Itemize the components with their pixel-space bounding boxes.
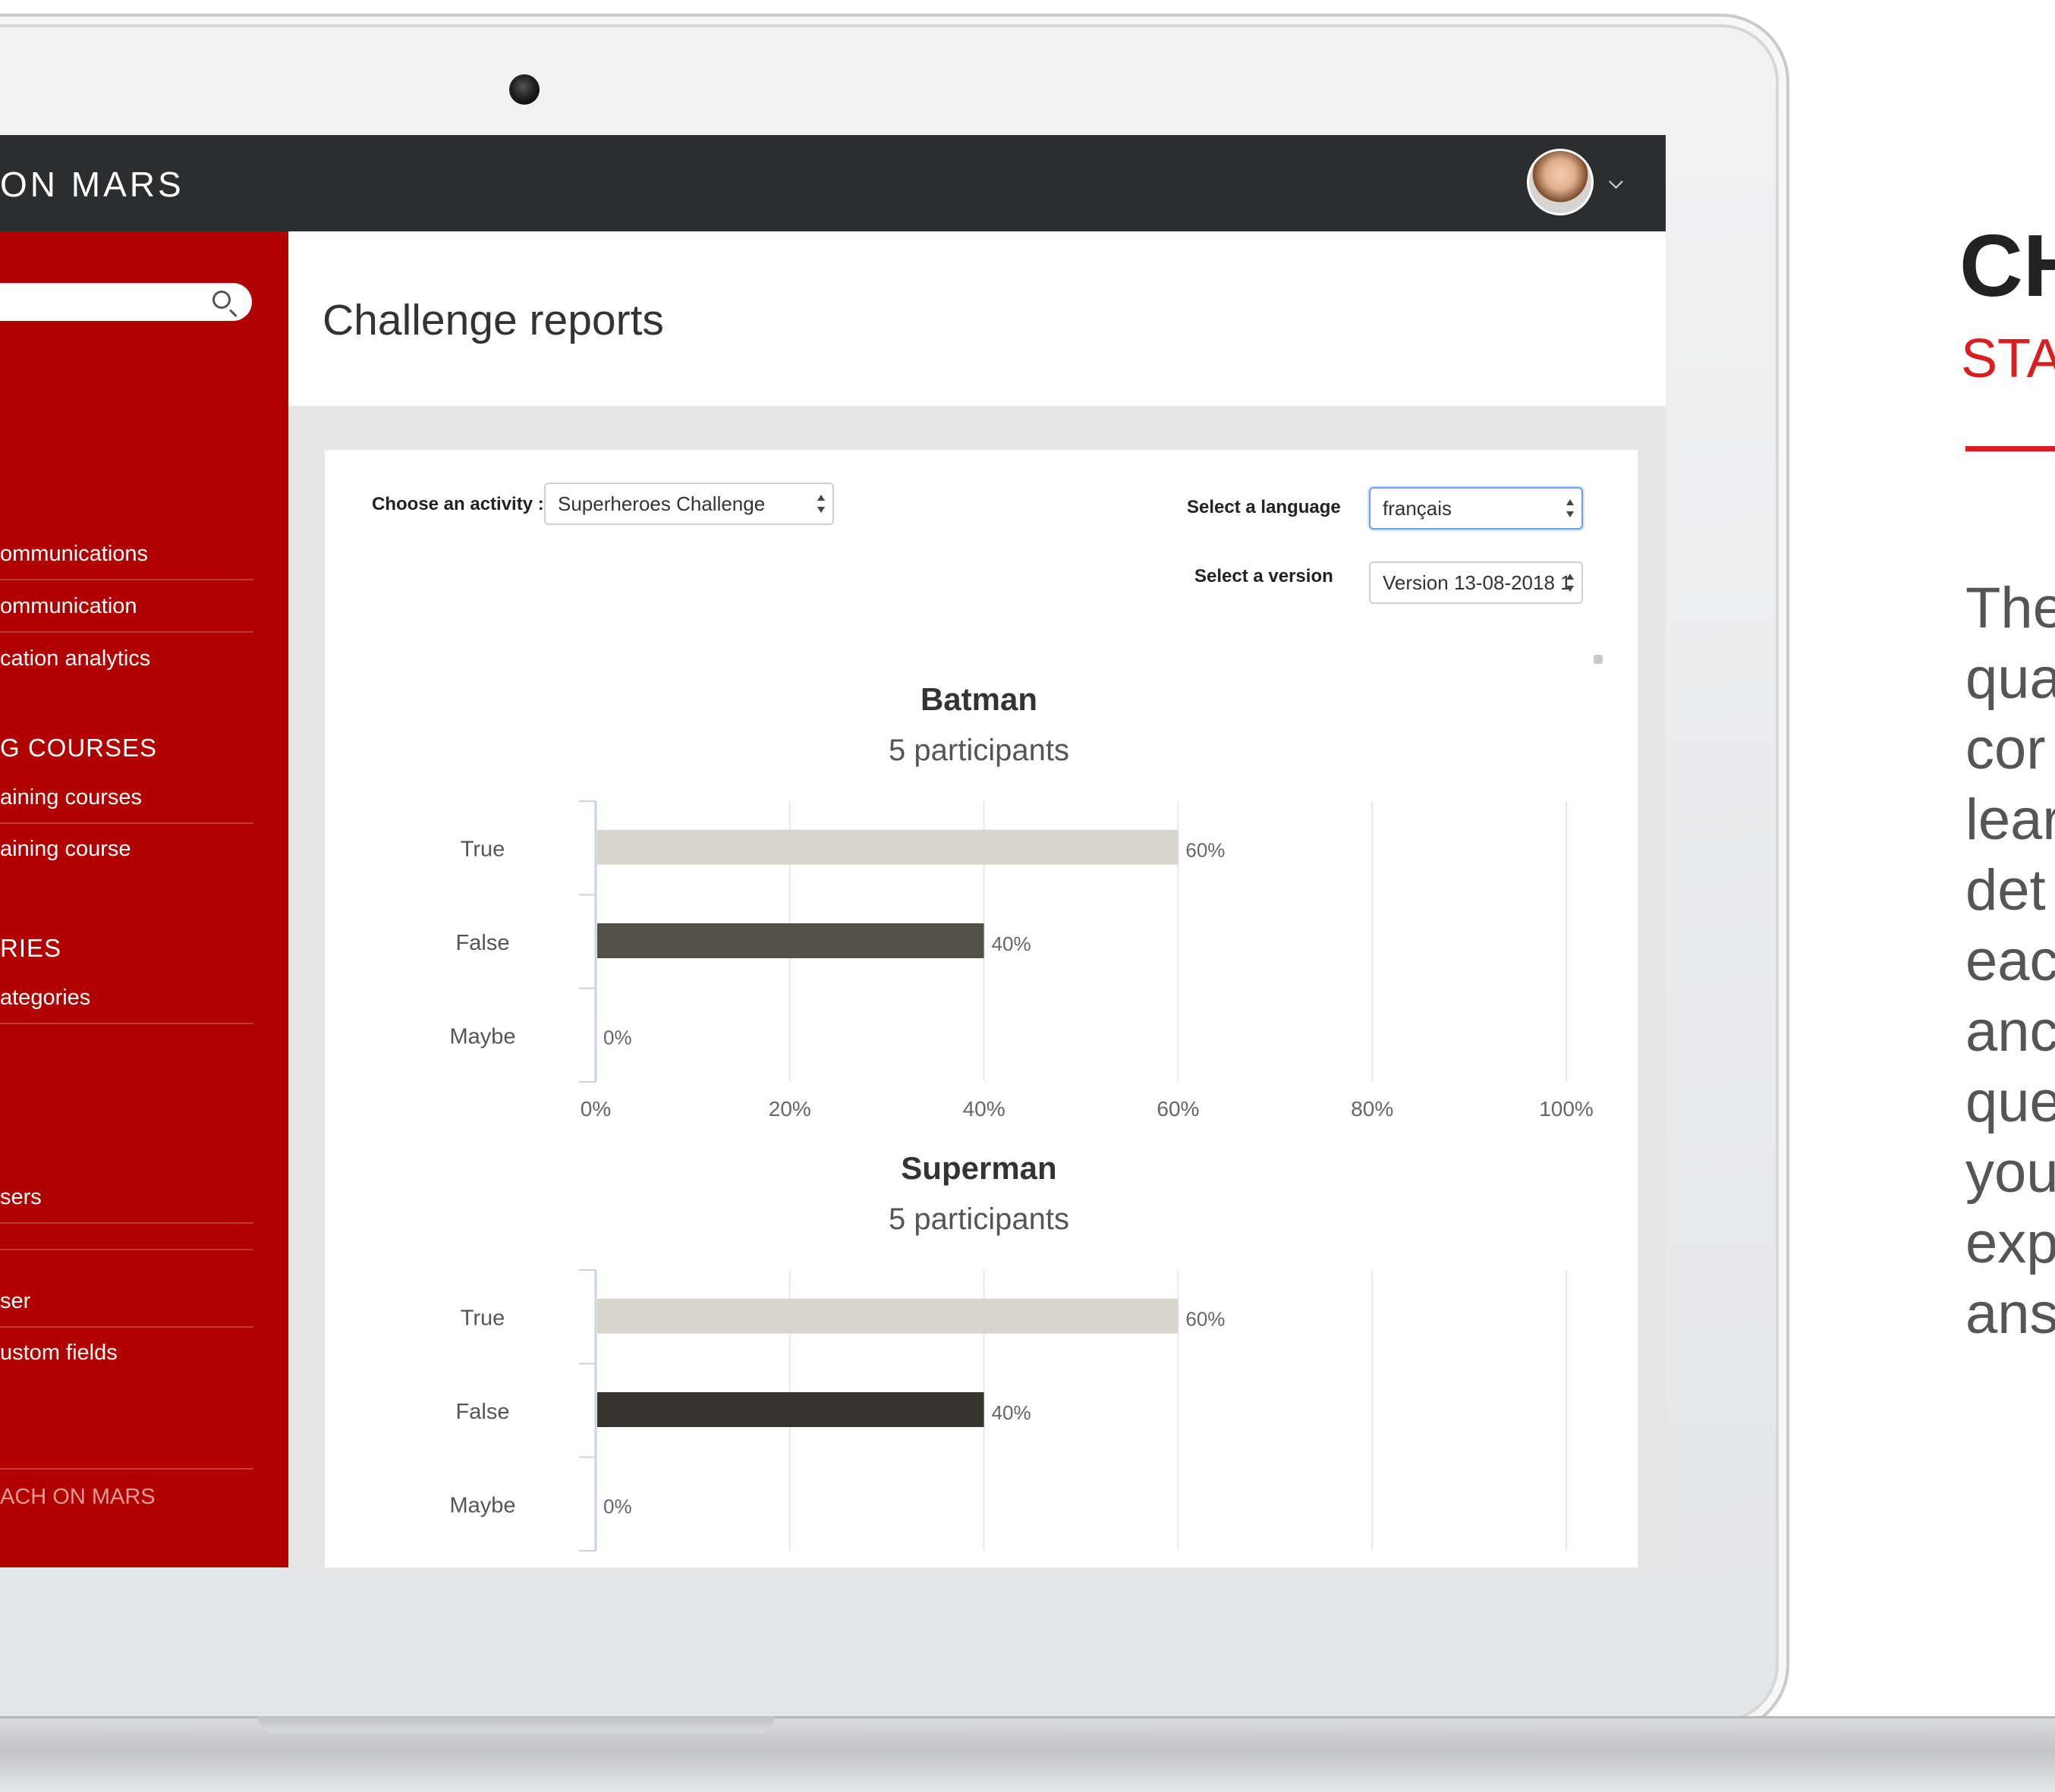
- promo-text-line: lear: [1965, 788, 2055, 852]
- bar: [597, 829, 1179, 865]
- sidebar-search-input[interactable]: [0, 283, 252, 321]
- promo-text-line: ans: [1965, 1281, 2055, 1346]
- promo-divider: [1965, 446, 2055, 451]
- x-tick-label: 20%: [769, 1097, 811, 1121]
- x-tick-label: 0%: [581, 1097, 611, 1121]
- promo-text-line: The: [1965, 576, 2055, 640]
- promo-text-line: cor: [1965, 717, 2046, 781]
- promo-text-line: det: [1965, 858, 2046, 923]
- category-label: True: [461, 838, 505, 862]
- sidebar-item[interactable]: [0, 1237, 253, 1250]
- chart-subtitle: 5 participants: [889, 734, 1069, 767]
- x-tick-label: 100%: [1539, 1097, 1594, 1121]
- webcam-icon: [509, 74, 540, 105]
- content-header: Challenge reports: [288, 231, 1666, 406]
- promo-subtitle: STA: [1961, 329, 2055, 389]
- chart-title: Batman: [921, 681, 1037, 717]
- promo-text-line: you: [1965, 1140, 2055, 1205]
- sidebar-item[interactable]: ommunications: [0, 541, 253, 580]
- sidebar-section-heading: RIES: [0, 934, 62, 962]
- sidebar-footer[interactable]: ACH ON MARS: [0, 1485, 156, 1510]
- sidebar: ommunications ommunication cation analyt…: [0, 231, 288, 1567]
- data-label: 0%: [603, 1495, 632, 1517]
- data-label: 0%: [603, 1026, 632, 1048]
- page-title: Challenge reports: [323, 296, 664, 344]
- data-label: 40%: [992, 1401, 1031, 1424]
- brand-logo[interactable]: ON MARS: [0, 164, 184, 205]
- bar: [597, 1392, 984, 1427]
- chart-title: Superman: [901, 1150, 1056, 1186]
- promo-text-line: anc: [1965, 999, 2055, 1064]
- report-panel: Choose an activity : Superheroes Challen…: [325, 450, 1638, 1567]
- category-label: True: [461, 1306, 505, 1331]
- bar: [597, 923, 984, 958]
- bar-charts: Batman 5 participants True 60% False 40% Maybe…: [449, 681, 1594, 1551]
- chart-subtitle: 5 participants: [889, 1203, 1069, 1236]
- app-screen: ON MARS ommunications ommunication catio…: [0, 135, 1666, 1567]
- sidebar-item[interactable]: aining courses: [0, 784, 253, 824]
- category-label: Maybe: [449, 1024, 515, 1048]
- promo-title: CH: [1959, 216, 2055, 315]
- sidebar-item[interactable]: sers: [0, 1184, 253, 1224]
- x-tick-label: 80%: [1351, 1097, 1393, 1121]
- bar: [597, 1298, 1179, 1334]
- promo-text-line: eac: [1965, 929, 2055, 993]
- sidebar-item[interactable]: ommunication: [0, 593, 253, 633]
- data-label: 40%: [992, 932, 1031, 955]
- promo-text-line: qua: [1965, 646, 2055, 711]
- sidebar-item[interactable]: ustom fields: [0, 1340, 253, 1378]
- category-label: False: [456, 931, 510, 955]
- sidebar-section-heading: G COURSES: [0, 734, 158, 762]
- data-label: 60%: [1185, 1308, 1225, 1331]
- laptop-notch: [258, 1716, 774, 1733]
- category-label: False: [456, 1400, 510, 1424]
- sidebar-item[interactable]: ser: [0, 1288, 253, 1328]
- x-tick-label: 60%: [1157, 1097, 1199, 1121]
- sidebar-item[interactable]: ategories: [0, 985, 253, 1024]
- data-label: 60%: [1185, 839, 1225, 862]
- x-tick-label: 40%: [963, 1097, 1005, 1121]
- divider: [0, 1468, 253, 1470]
- search-icon[interactable]: [212, 291, 231, 309]
- category-label: Maybe: [449, 1493, 515, 1517]
- sidebar-item[interactable]: aining course: [0, 836, 253, 874]
- sidebar-item[interactable]: cation analytics: [0, 646, 253, 684]
- promo-text-line: exp: [1965, 1211, 2055, 1275]
- top-bar: ON MARS: [0, 135, 1666, 231]
- chevron-down-icon[interactable]: [1609, 174, 1623, 189]
- promo-text-line: que: [1965, 1070, 2055, 1134]
- user-avatar[interactable]: [1527, 149, 1594, 215]
